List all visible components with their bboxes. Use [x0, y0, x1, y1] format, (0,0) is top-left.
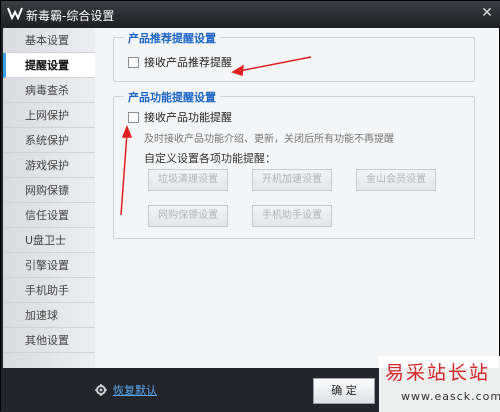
sidebar-item-web-protect[interactable]: 上网保护 — [3, 103, 95, 128]
sidebar-item-virus-scan[interactable]: 病毒查杀 — [3, 78, 95, 103]
product-recommend-checkbox[interactable] — [128, 56, 139, 68]
boot-speedup-settings-button[interactable]: 开机加速设置 — [252, 169, 332, 191]
sidebar-item-reminder[interactable]: 提醒设置 — [3, 53, 95, 78]
gear-icon — [95, 384, 107, 396]
sidebar-item-speed-ball[interactable]: 加速球 — [3, 303, 95, 328]
product-feature-label: 接收产品功能提醒 — [144, 111, 232, 124]
sidebar-item-game-protect[interactable]: 游戏保护 — [3, 153, 95, 178]
phone-assistant-settings-button[interactable]: 手机助手设置 — [252, 205, 332, 227]
product-feature-group: 产品功能提醒设置 接收产品功能提醒 及时接收产品功能介绍、更新，关闭后所有功能不… — [113, 89, 475, 239]
shopping-guard-settings-button[interactable]: 网购保镖设置 — [148, 205, 228, 227]
close-icon[interactable]: ✕ — [479, 5, 495, 21]
product-recommend-label: 接收产品推荐提醒 — [144, 56, 232, 69]
junk-clean-settings-button[interactable]: 垃圾清理设置 — [148, 169, 228, 191]
sidebar-item-system-protect[interactable]: 系统保护 — [3, 128, 95, 153]
restore-defaults-label: 恢复默认 — [113, 384, 157, 397]
product-recommend-group: 产品推荐提醒设置 接收产品推荐提醒 — [113, 30, 475, 82]
title-bar[interactable]: 新毒霸-综合设置 ✕ — [1, 1, 500, 26]
restore-defaults-link[interactable]: 恢复默认 — [95, 382, 157, 398]
settings-panel: 产品推荐提醒设置 接收产品推荐提醒 产品功能提醒设置 接收产品功能提醒 及时接收… — [95, 28, 499, 368]
product-feature-checkbox[interactable] — [128, 111, 139, 123]
watermark-name: 易采站长站 — [385, 362, 491, 384]
window-title: 新毒霸-综合设置 — [26, 9, 115, 23]
settings-window: 新毒霸-综合设置 ✕ 基本设置 提醒设置 病毒查杀 上网保护 系统保护 游戏保护… — [0, 0, 500, 412]
vip-member-settings-button[interactable]: 金山会员设置 — [356, 169, 436, 191]
sidebar-item-phone-assistant[interactable]: 手机助手 — [3, 278, 95, 303]
ok-button[interactable]: 确 定 — [313, 378, 375, 404]
sidebar-item-trust[interactable]: 信任设置 — [3, 203, 95, 228]
product-recommend-title: 产品推荐提醒设置 — [124, 30, 220, 46]
sidebar-item-other[interactable]: 其他设置 — [3, 328, 95, 353]
product-feature-description: 及时接收产品功能介绍、更新，关闭后所有功能不再提醒 — [144, 134, 394, 145]
sidebar-item-usb-guard[interactable]: U盘卫士 — [3, 228, 95, 253]
product-feature-option[interactable]: 接收产品功能提醒 — [128, 109, 232, 125]
product-recommend-option[interactable]: 接收产品推荐提醒 — [128, 54, 232, 70]
sidebar-item-basic[interactable]: 基本设置 — [3, 28, 95, 53]
sidebar: 基本设置 提醒设置 病毒查杀 上网保护 系统保护 游戏保护 网购保镖 信任设置 … — [3, 28, 95, 368]
watermark-url: www.easck.com — [401, 390, 500, 403]
custom-settings-title: 自定义设置各项功能提醒： — [144, 152, 276, 165]
duba-logo-icon — [7, 7, 23, 20]
sidebar-item-engine[interactable]: 引擎设置 — [3, 253, 95, 278]
site-watermark: 易采站长站 www.easck.com — [379, 356, 500, 412]
sidebar-item-shopping-guard[interactable]: 网购保镖 — [3, 178, 95, 203]
product-feature-title: 产品功能提醒设置 — [124, 89, 220, 105]
